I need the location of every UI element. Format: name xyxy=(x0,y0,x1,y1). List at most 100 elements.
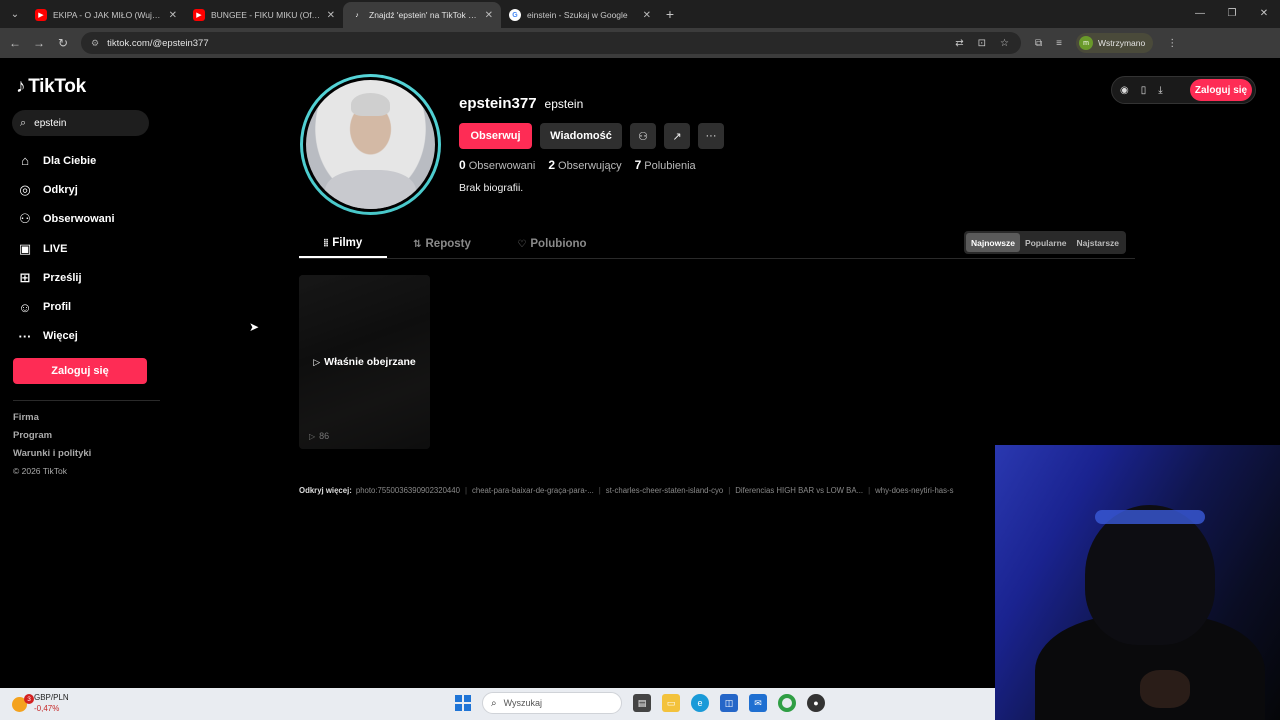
sidebar-item-profile[interactable]: ☺ Profil xyxy=(16,292,115,321)
add-friend-icon[interactable]: ⚇ xyxy=(630,123,656,149)
message-button[interactable]: Wiadomość xyxy=(540,123,622,149)
grid-icon: ⦙⦙ xyxy=(323,237,329,249)
task-view-icon[interactable]: ▤ xyxy=(633,694,651,712)
discover-link[interactable]: cheat-para-baixar-de-graça-para-... xyxy=(472,486,594,498)
coins-icon[interactable]: ◉ xyxy=(1120,85,1129,96)
header-login-button[interactable]: Zaloguj się xyxy=(1190,79,1252,101)
app-icon[interactable]: ● xyxy=(807,694,825,712)
sidebar-login-button[interactable]: Zaloguj się xyxy=(13,358,147,384)
browser-tab-1[interactable]: ▶ EKIPA - O JAK MIŁO (Wujas, Mi ✕ xyxy=(27,2,185,28)
play-icon: ▷ xyxy=(313,356,321,367)
site-info-icon[interactable]: ⚙ xyxy=(91,38,99,49)
search-icon: ⌕ xyxy=(491,697,497,709)
restore-icon[interactable]: ❐ xyxy=(1216,0,1248,28)
discover-link[interactable]: photo:7550036390902320440 xyxy=(356,486,460,498)
search-icon: ⌕ xyxy=(20,116,27,129)
taskbar-search-placeholder: Wyszukaj xyxy=(503,698,543,708)
install-icon[interactable]: ⊡ xyxy=(978,38,986,49)
tab-search-icon[interactable]: ⌄ xyxy=(3,2,27,26)
discover-link[interactable]: why-does-neytiri-has-s xyxy=(875,486,953,498)
close-icon[interactable]: ✕ xyxy=(327,10,335,21)
tab-label: Polubiono xyxy=(530,238,587,250)
bookmark-star-icon[interactable]: ☆ xyxy=(1000,38,1009,49)
windows-start-icon[interactable] xyxy=(455,695,471,711)
close-window-icon[interactable]: ✕ xyxy=(1248,0,1280,28)
sort-popular[interactable]: Popularne xyxy=(1020,233,1072,252)
tab-videos[interactable]: ⦙⦙ Filmy xyxy=(299,230,387,258)
profile-button[interactable]: m Wstrzymano xyxy=(1075,33,1154,53)
sidebar-item-more[interactable]: ··· Więcej xyxy=(16,322,115,351)
tab-reposts[interactable]: ⇅ Reposty xyxy=(387,230,497,258)
edge-icon[interactable]: e xyxy=(691,694,709,712)
close-icon[interactable]: ✕ xyxy=(643,10,651,21)
following-icon: ⚇ xyxy=(19,211,31,227)
minimize-icon[interactable]: — xyxy=(1184,0,1216,28)
profile-actions: Obserwuj Wiadomość ⚇ ↗ ··· xyxy=(459,123,724,149)
profile-bio: Brak biografii. xyxy=(459,182,524,194)
video-card[interactable]: ▷ Właśnie obejrzane ▷ 86 xyxy=(299,275,430,449)
ticker-change: -0,47% xyxy=(34,704,60,713)
close-icon[interactable]: ✕ xyxy=(485,10,493,21)
upload-icon: ⊞ xyxy=(19,269,31,285)
back-icon[interactable]: ← xyxy=(3,36,27,50)
extensions-icon[interactable]: ⧉ xyxy=(1035,38,1042,49)
follow-button[interactable]: Obserwuj xyxy=(459,123,532,149)
tab-label: Reposty xyxy=(425,238,471,250)
following-stat[interactable]: 0 Obserwowani xyxy=(459,158,535,172)
followers-stat[interactable]: 2 Obserwujący xyxy=(548,158,621,172)
browser-tab-2[interactable]: ▶ BUNGEE - FIKU MIKU (Official V ✕ xyxy=(185,2,343,28)
taskbar-search-input[interactable]: ⌕ Wyszukaj xyxy=(482,692,622,714)
discover-link[interactable]: st-charles-cheer-staten-island-cyo xyxy=(606,486,723,498)
translate-icon[interactable]: ⇄ xyxy=(955,38,963,49)
sort-newest[interactable]: Najnowsze xyxy=(966,233,1020,252)
new-tab-button[interactable]: + xyxy=(659,6,681,22)
ticker-name: GBP/PLN xyxy=(34,693,69,702)
device-icon[interactable]: ▯ xyxy=(1141,85,1147,96)
outlook-icon[interactable]: ✉ xyxy=(749,694,767,712)
browser-menu-icon[interactable]: ⋮ xyxy=(1167,38,1177,49)
mouse-cursor-icon: ➤ xyxy=(249,320,260,334)
footer-link-program[interactable]: Program xyxy=(13,430,91,448)
profile-status: Wstrzymano xyxy=(1097,38,1146,48)
ticker-icon: 3 xyxy=(12,694,34,712)
discover-link[interactable]: Diferencias HIGH BAR vs LOW BA... xyxy=(735,486,863,498)
close-icon[interactable]: ✕ xyxy=(169,10,177,21)
divider xyxy=(13,400,160,401)
live-icon: ▣ xyxy=(18,240,32,256)
watched-overlay: ▷ Właśnie obejrzane xyxy=(299,275,430,449)
likes-stat: 7 Polubienia xyxy=(634,158,696,172)
tiktok-logo[interactable]: ♪ TikTok xyxy=(16,76,86,98)
tab-liked[interactable]: ♡ Polubiono xyxy=(497,230,607,258)
browser-tab-3[interactable]: ♪ Znajdź 'epstein' na TikTok | Wy ✕ xyxy=(343,2,501,28)
media-icon[interactable]: ≡ xyxy=(1056,38,1062,49)
download-icon[interactable]: ⤓ xyxy=(1158,85,1162,96)
footer-link-terms[interactable]: Warunki i polityki xyxy=(13,448,91,466)
store-icon[interactable]: ◫ xyxy=(720,694,738,712)
chrome-icon[interactable] xyxy=(778,694,796,712)
sidebar-item-for-you[interactable]: ⌂ Dla Ciebie xyxy=(16,146,115,175)
url-input[interactable]: ⚙ tiktok.com/@epstein377 ⇄ ⊡ ☆ xyxy=(81,32,1021,54)
profile-display-name: epstein xyxy=(544,97,584,111)
file-explorer-icon[interactable]: ▭ xyxy=(662,694,680,712)
profile-avatar[interactable] xyxy=(300,74,441,215)
share-icon[interactable]: ↗ xyxy=(664,123,690,149)
webcam-overlay xyxy=(995,445,1280,720)
sidebar-item-upload[interactable]: ⊞ Prześlij xyxy=(16,263,115,292)
sidebar-item-following[interactable]: ⚇ Obserwowani xyxy=(16,205,114,234)
youtube-icon: ▶ xyxy=(35,9,47,21)
sort-oldest[interactable]: Najstarsze xyxy=(1072,233,1125,252)
ticker-widget[interactable]: 3 GBP/PLN -0,47% xyxy=(12,692,69,714)
sidebar-item-live[interactable]: ▣ LIVE xyxy=(16,234,115,263)
tab-title: BUNGEE - FIKU MIKU (Official V xyxy=(211,10,321,20)
footer-link-company[interactable]: Firma xyxy=(13,412,91,430)
reload-icon[interactable]: ↻ xyxy=(51,36,75,50)
more-options-icon[interactable]: ··· xyxy=(698,123,724,149)
browser-tab-4[interactable]: G einstein - Szukaj w Google ✕ xyxy=(501,2,659,28)
search-input[interactable]: ⌕ epstein xyxy=(12,110,149,136)
forward-icon[interactable]: → xyxy=(27,36,51,50)
sidebar-item-explore[interactable]: ◎ Odkryj xyxy=(16,175,115,204)
sidebar-item-label: Prześlij xyxy=(43,271,82,284)
google-icon: G xyxy=(509,9,521,21)
taskbar-apps: ⌕ Wyszukaj ▤ ▭ e ◫ ✉ ● xyxy=(455,692,825,714)
heart-icon: ♡ xyxy=(517,238,527,250)
